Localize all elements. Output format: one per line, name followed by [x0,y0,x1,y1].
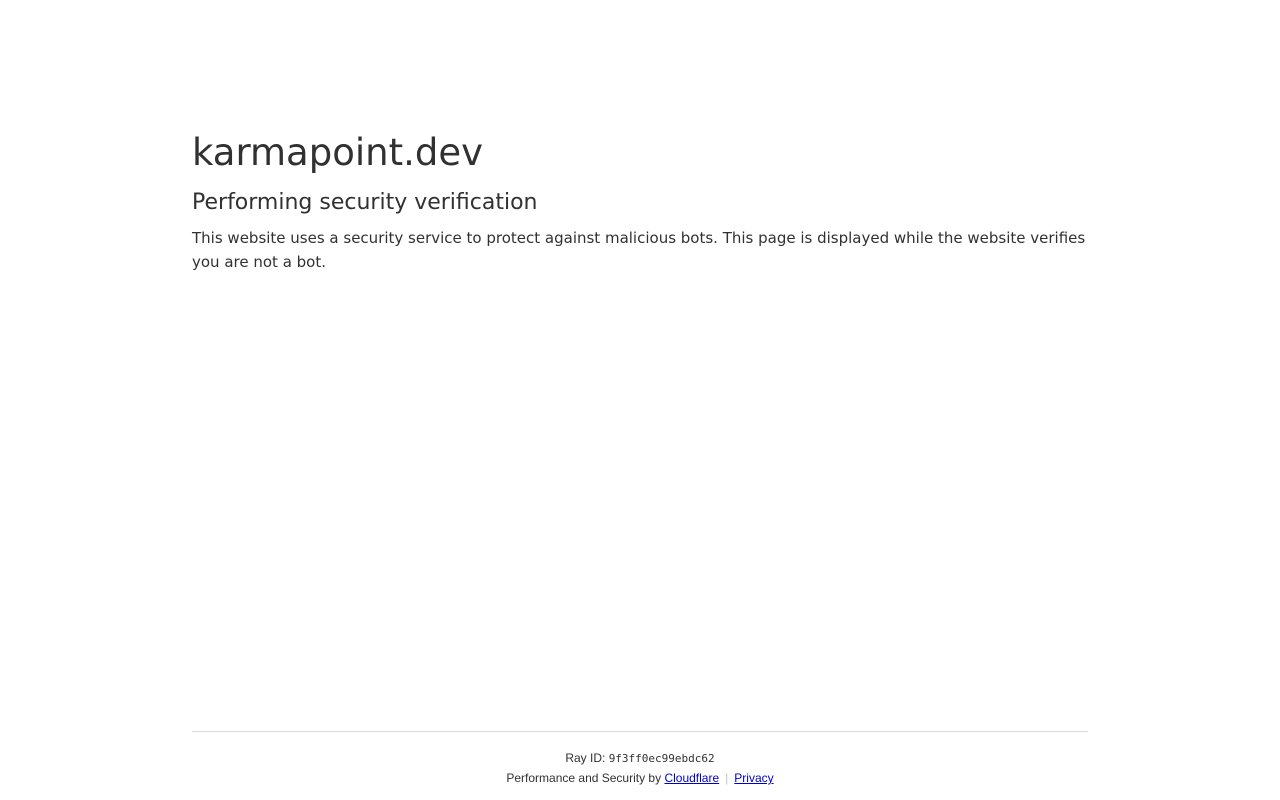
verification-heading: Performing security verification [192,190,538,215]
privacy-link[interactable]: Privacy [734,771,773,785]
ray-id-line: Ray ID: 9f3ff0ec99ebdc62 [192,750,1088,767]
ray-id-label: Ray ID: [565,751,606,765]
ray-id-value: 9f3ff0ec99ebdc62 [608,752,715,765]
cloudflare-link[interactable]: Cloudflare [664,771,719,785]
footer: Ray ID: 9f3ff0ec99ebdc62 Performance and… [192,731,1088,788]
verification-description: This website uses a security service to … [192,229,1086,271]
site-name: karmapoint.dev [192,131,483,174]
main-content: karmapoint.dev Performing security verif… [192,130,1088,274]
performance-text: Performance and Security by [506,771,662,785]
footer-separator: | [725,771,729,785]
performance-line: Performance and Security by Cloudflare | P… [192,768,1088,788]
